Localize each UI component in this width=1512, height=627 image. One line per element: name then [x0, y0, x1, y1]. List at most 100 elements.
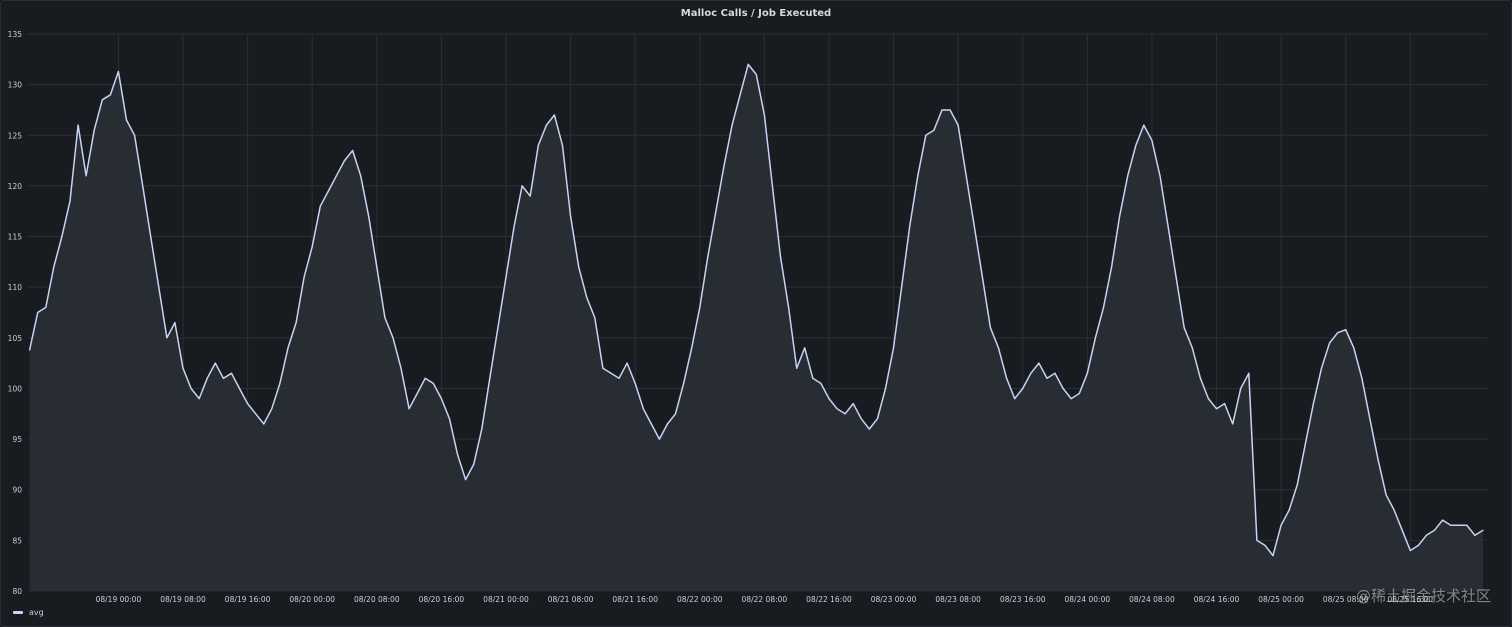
y-tick-label: 125 [8, 131, 23, 140]
data-point [1385, 494, 1387, 496]
data-point [1312, 403, 1314, 405]
y-tick-label: 80 [12, 587, 22, 596]
chart-panel: Malloc Calls / Job Executed 80 85 90 95 100 1… [0, 0, 1512, 627]
data-point [965, 175, 967, 177]
data-point [327, 190, 329, 192]
data-point [263, 423, 265, 425]
data-point [804, 347, 806, 349]
data-point [1320, 367, 1323, 369]
data-point [1482, 529, 1484, 531]
data-point [1054, 372, 1056, 374]
data-point [368, 215, 370, 217]
x-tick-label: 08/24 16:00 [1194, 595, 1240, 604]
data-point [1337, 332, 1339, 334]
x-tick-label: 08/23 16:00 [1000, 595, 1046, 604]
data-point [683, 382, 685, 384]
data-point [578, 266, 580, 268]
data-point [448, 418, 451, 420]
data-point [1215, 408, 1218, 410]
data-point [222, 377, 224, 379]
x-tick-label: 08/24 08:00 [1129, 595, 1175, 604]
data-point [529, 195, 531, 197]
legend-label-avg[interactable]: avg [29, 608, 44, 617]
data-point [852, 403, 854, 405]
data-point [481, 428, 483, 430]
data-point [400, 367, 402, 369]
data-point [1046, 377, 1048, 379]
data-point [521, 185, 523, 187]
data-point [376, 266, 378, 268]
data-point [230, 372, 233, 374]
data-point [602, 367, 604, 369]
data-point [1175, 276, 1177, 278]
data-point [255, 413, 257, 415]
data-point [416, 392, 418, 395]
data-point [884, 387, 887, 390]
y-tick-label: 95 [12, 435, 22, 444]
x-tick-label: 08/25 00:00 [1258, 595, 1304, 604]
data-point [109, 94, 111, 96]
data-point [271, 408, 273, 410]
data-point [513, 225, 515, 227]
x-tick-label: 08/20 16:00 [419, 595, 465, 604]
data-point [1433, 529, 1436, 531]
data-point [1135, 144, 1137, 146]
data-point [1232, 423, 1234, 425]
data-point [1094, 337, 1096, 339]
data-point [45, 306, 47, 308]
x-tick-label: 08/19 16:00 [225, 595, 271, 604]
data-point [723, 165, 725, 167]
data-point [117, 70, 119, 73]
data-point [1143, 124, 1145, 126]
data-point [465, 479, 467, 481]
y-tick-label: 100 [8, 384, 23, 393]
data-point [715, 210, 717, 212]
data-point [1417, 544, 1419, 547]
x-tick-label: 08/21 00:00 [483, 595, 529, 604]
data-point [497, 327, 499, 329]
data-point [1450, 524, 1452, 526]
data-point [1466, 524, 1468, 526]
data-point [247, 403, 249, 405]
data-point [182, 367, 184, 369]
data-point [1022, 387, 1024, 390]
data-point [360, 175, 362, 177]
data-point [1078, 392, 1080, 395]
data-point [1296, 484, 1298, 486]
data-point [1119, 215, 1121, 217]
data-point [707, 256, 709, 258]
data-point [1304, 443, 1306, 445]
data-point [1288, 509, 1290, 511]
x-tick-label: 08/21 08:00 [548, 595, 594, 604]
data-point [53, 266, 55, 268]
data-point [158, 286, 160, 288]
data-point [1159, 175, 1161, 177]
data-point [901, 286, 903, 288]
data-point [1199, 377, 1201, 379]
data-point [763, 114, 766, 116]
data-point [796, 367, 798, 369]
data-point [1240, 387, 1242, 390]
data-point [1183, 327, 1185, 329]
x-tick-label: 08/19 00:00 [96, 595, 142, 604]
data-point [917, 175, 919, 177]
data-point [311, 246, 313, 248]
x-tick-label: 08/22 16:00 [806, 595, 852, 604]
data-point [610, 372, 612, 374]
y-tick-label: 130 [8, 81, 23, 90]
data-point [473, 463, 475, 465]
data-point [134, 134, 136, 136]
x-tick-label: 08/22 00:00 [677, 595, 723, 604]
data-point [1377, 458, 1379, 460]
data-point [29, 349, 31, 351]
data-point [432, 382, 434, 384]
data-point [674, 413, 677, 415]
data-point [771, 185, 774, 187]
data-point [691, 347, 693, 349]
data-point [489, 377, 491, 379]
data-point [949, 109, 951, 111]
legend[interactable]: avg [13, 608, 44, 617]
x-tick-label: 08/24 00:00 [1065, 595, 1111, 604]
data-point [1207, 398, 1209, 400]
data-point [1458, 524, 1460, 526]
